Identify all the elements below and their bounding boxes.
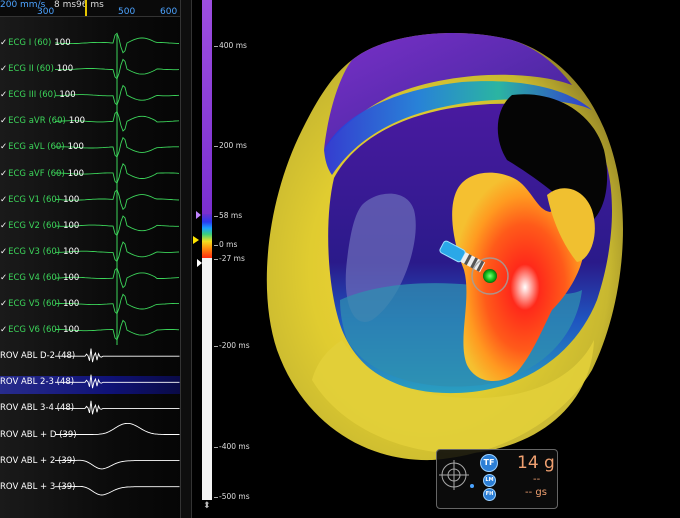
- lead-name: ECG V4 (60): [8, 272, 61, 283]
- lead-name: ROV ABL 3-4 (48): [0, 403, 75, 414]
- lead-label[interactable]: ROV ABL + 3 (39): [0, 482, 75, 492]
- lead-name: ROV ABL + 3 (39): [0, 481, 76, 492]
- scale-reference-handle[interactable]: [193, 236, 199, 244]
- scale-scar-segment: [202, 258, 212, 500]
- force-value: 14 g: [517, 453, 555, 473]
- check-icon[interactable]: ✓: [0, 299, 7, 309]
- scale-tick: [214, 245, 218, 246]
- lead-name: ECG aVR (60): [8, 116, 66, 127]
- lead-label[interactable]: ✓ECG aVR (60) 100: [0, 116, 85, 126]
- scale-tick: [214, 216, 218, 217]
- time-ruler[interactable]: 200 mm/s 8 ms96 ms 300 500 600: [0, 0, 182, 17]
- scale-tick: [214, 146, 218, 147]
- scale-upper-handle[interactable]: [196, 211, 201, 219]
- check-icon[interactable]: ✓: [0, 195, 7, 205]
- lead-name: ECG V2 (60): [8, 220, 61, 231]
- waveform-panel: 200 mm/s 8 ms96 ms 300 500 600 ✓ECG I (6…: [0, 0, 182, 518]
- check-icon[interactable]: ✓: [0, 116, 7, 126]
- ruler-tick-600: 600: [160, 7, 178, 17]
- lead-name: ECG V5 (60): [8, 299, 61, 309]
- scale-tick: [214, 259, 218, 260]
- lead-gain[interactable]: 100: [63, 221, 79, 231]
- lead-gain[interactable]: 100: [63, 195, 79, 205]
- waveform-traces: [54, 32, 180, 496]
- check-icon[interactable]: ✓: [0, 169, 7, 179]
- lead-label[interactable]: ✓ECG aVF (60) 100: [0, 169, 84, 179]
- lead-name: ECG I (60): [8, 38, 52, 48]
- force-direction-dot: [470, 484, 474, 488]
- lead-gain[interactable]: 100: [54, 38, 70, 48]
- check-icon[interactable]: ✓: [0, 325, 7, 335]
- lead-label[interactable]: ✓ECG III (60) 100: [0, 90, 76, 100]
- lead-name: ROV ABL + 2 (39): [0, 455, 76, 466]
- check-icon[interactable]: ✓: [0, 38, 7, 48]
- lm-button[interactable]: LM: [483, 474, 496, 487]
- lead-label[interactable]: ROV ABL + 2 (39): [0, 456, 75, 466]
- lead-label[interactable]: ✓ECG aVL (60) 100: [0, 142, 84, 152]
- check-icon[interactable]: ✓: [0, 221, 7, 231]
- lead-name: ROV ABL D-2 (48): [0, 351, 76, 362]
- lead-gain[interactable]: 100: [68, 142, 84, 152]
- ruler-ms-value: 8 ms96 ms: [54, 0, 104, 10]
- fh-button[interactable]: FH: [483, 488, 496, 501]
- lead-label[interactable]: ✓ECG I (60) 100: [0, 38, 71, 48]
- time-cursor[interactable]: [85, 0, 87, 16]
- contact-force-widget[interactable]: TF LM FH 14 g -- -- gs: [436, 449, 558, 509]
- lead-name: ECG III (60): [8, 90, 57, 101]
- force-time-integral: -- gs: [525, 487, 547, 498]
- lead-name: ECG V6 (60): [8, 325, 61, 336]
- check-icon[interactable]: ✓: [0, 90, 7, 100]
- check-icon[interactable]: ✓: [0, 247, 7, 257]
- scale-tick: [214, 447, 218, 448]
- scale-rainbow-segment: [202, 214, 212, 258]
- activation-color-scale[interactable]: [202, 0, 212, 500]
- scale-tick: [214, 497, 218, 498]
- force-secondary-value: --: [533, 474, 541, 485]
- lead-label[interactable]: ROV ABL 3-4 (48): [0, 403, 74, 413]
- scale-late-segment: [202, 0, 212, 214]
- scale-tick: [214, 346, 218, 347]
- lead-gain[interactable]: 100: [59, 90, 75, 100]
- 3d-activation-map[interactable]: [232, 0, 680, 518]
- lead-name: ECG II (60): [8, 64, 54, 75]
- lead-name: ROV ABL 2-3 (48): [0, 377, 75, 388]
- lead-label[interactable]: ROV ABL 2-3 (48): [0, 377, 74, 387]
- scale-tick: [214, 46, 218, 47]
- lead-gain[interactable]: 100: [63, 299, 79, 309]
- lead-label[interactable]: ✓ECG V2 (60) 100: [0, 221, 79, 231]
- tf-button[interactable]: TF: [480, 454, 498, 472]
- chevron-updown-icon[interactable]: ⬍: [203, 501, 211, 511]
- lead-gain[interactable]: 100: [63, 273, 79, 283]
- ruler-tick-500: 500: [118, 7, 136, 17]
- lead-name: ECG aVL (60): [8, 142, 65, 153]
- ruler-tick-300: 300: [37, 7, 55, 17]
- lead-gain[interactable]: 100: [68, 169, 84, 179]
- lead-label[interactable]: ✓ECG II (60) 100: [0, 64, 73, 74]
- lead-label[interactable]: ✓ECG V1 (60) 100: [0, 195, 79, 205]
- lead-gain[interactable]: 100: [57, 64, 73, 74]
- lead-label[interactable]: ✓ECG V5 (60) 100: [0, 299, 79, 309]
- scale-lower-handle[interactable]: [197, 259, 202, 267]
- check-icon[interactable]: ✓: [0, 273, 7, 283]
- lead-gain[interactable]: 100: [63, 247, 79, 257]
- lead-label[interactable]: ✓ECG V6 (60) 100: [0, 325, 79, 335]
- lead-name: ECG V1 (60): [8, 194, 61, 205]
- lead-label[interactable]: ROV ABL + D (39): [0, 430, 77, 440]
- lead-label[interactable]: ✓ECG V4 (60) 100: [0, 273, 79, 283]
- catheter-tip: [483, 269, 497, 283]
- check-icon[interactable]: ✓: [0, 64, 7, 74]
- check-icon[interactable]: ✓: [0, 142, 7, 152]
- panel-splitter[interactable]: [180, 0, 192, 518]
- lead-name: ECG aVF (60): [8, 168, 65, 179]
- lead-name: ECG V3 (60): [8, 246, 61, 257]
- lead-name: ROV ABL + D (39): [0, 429, 77, 440]
- lead-gain[interactable]: 100: [69, 116, 85, 126]
- lead-gain[interactable]: 100: [63, 325, 79, 335]
- crosshair-icon[interactable]: [439, 460, 469, 490]
- lead-label[interactable]: ROV ABL D-2 (48): [0, 351, 75, 361]
- lead-label[interactable]: ✓ECG V3 (60) 100: [0, 247, 79, 257]
